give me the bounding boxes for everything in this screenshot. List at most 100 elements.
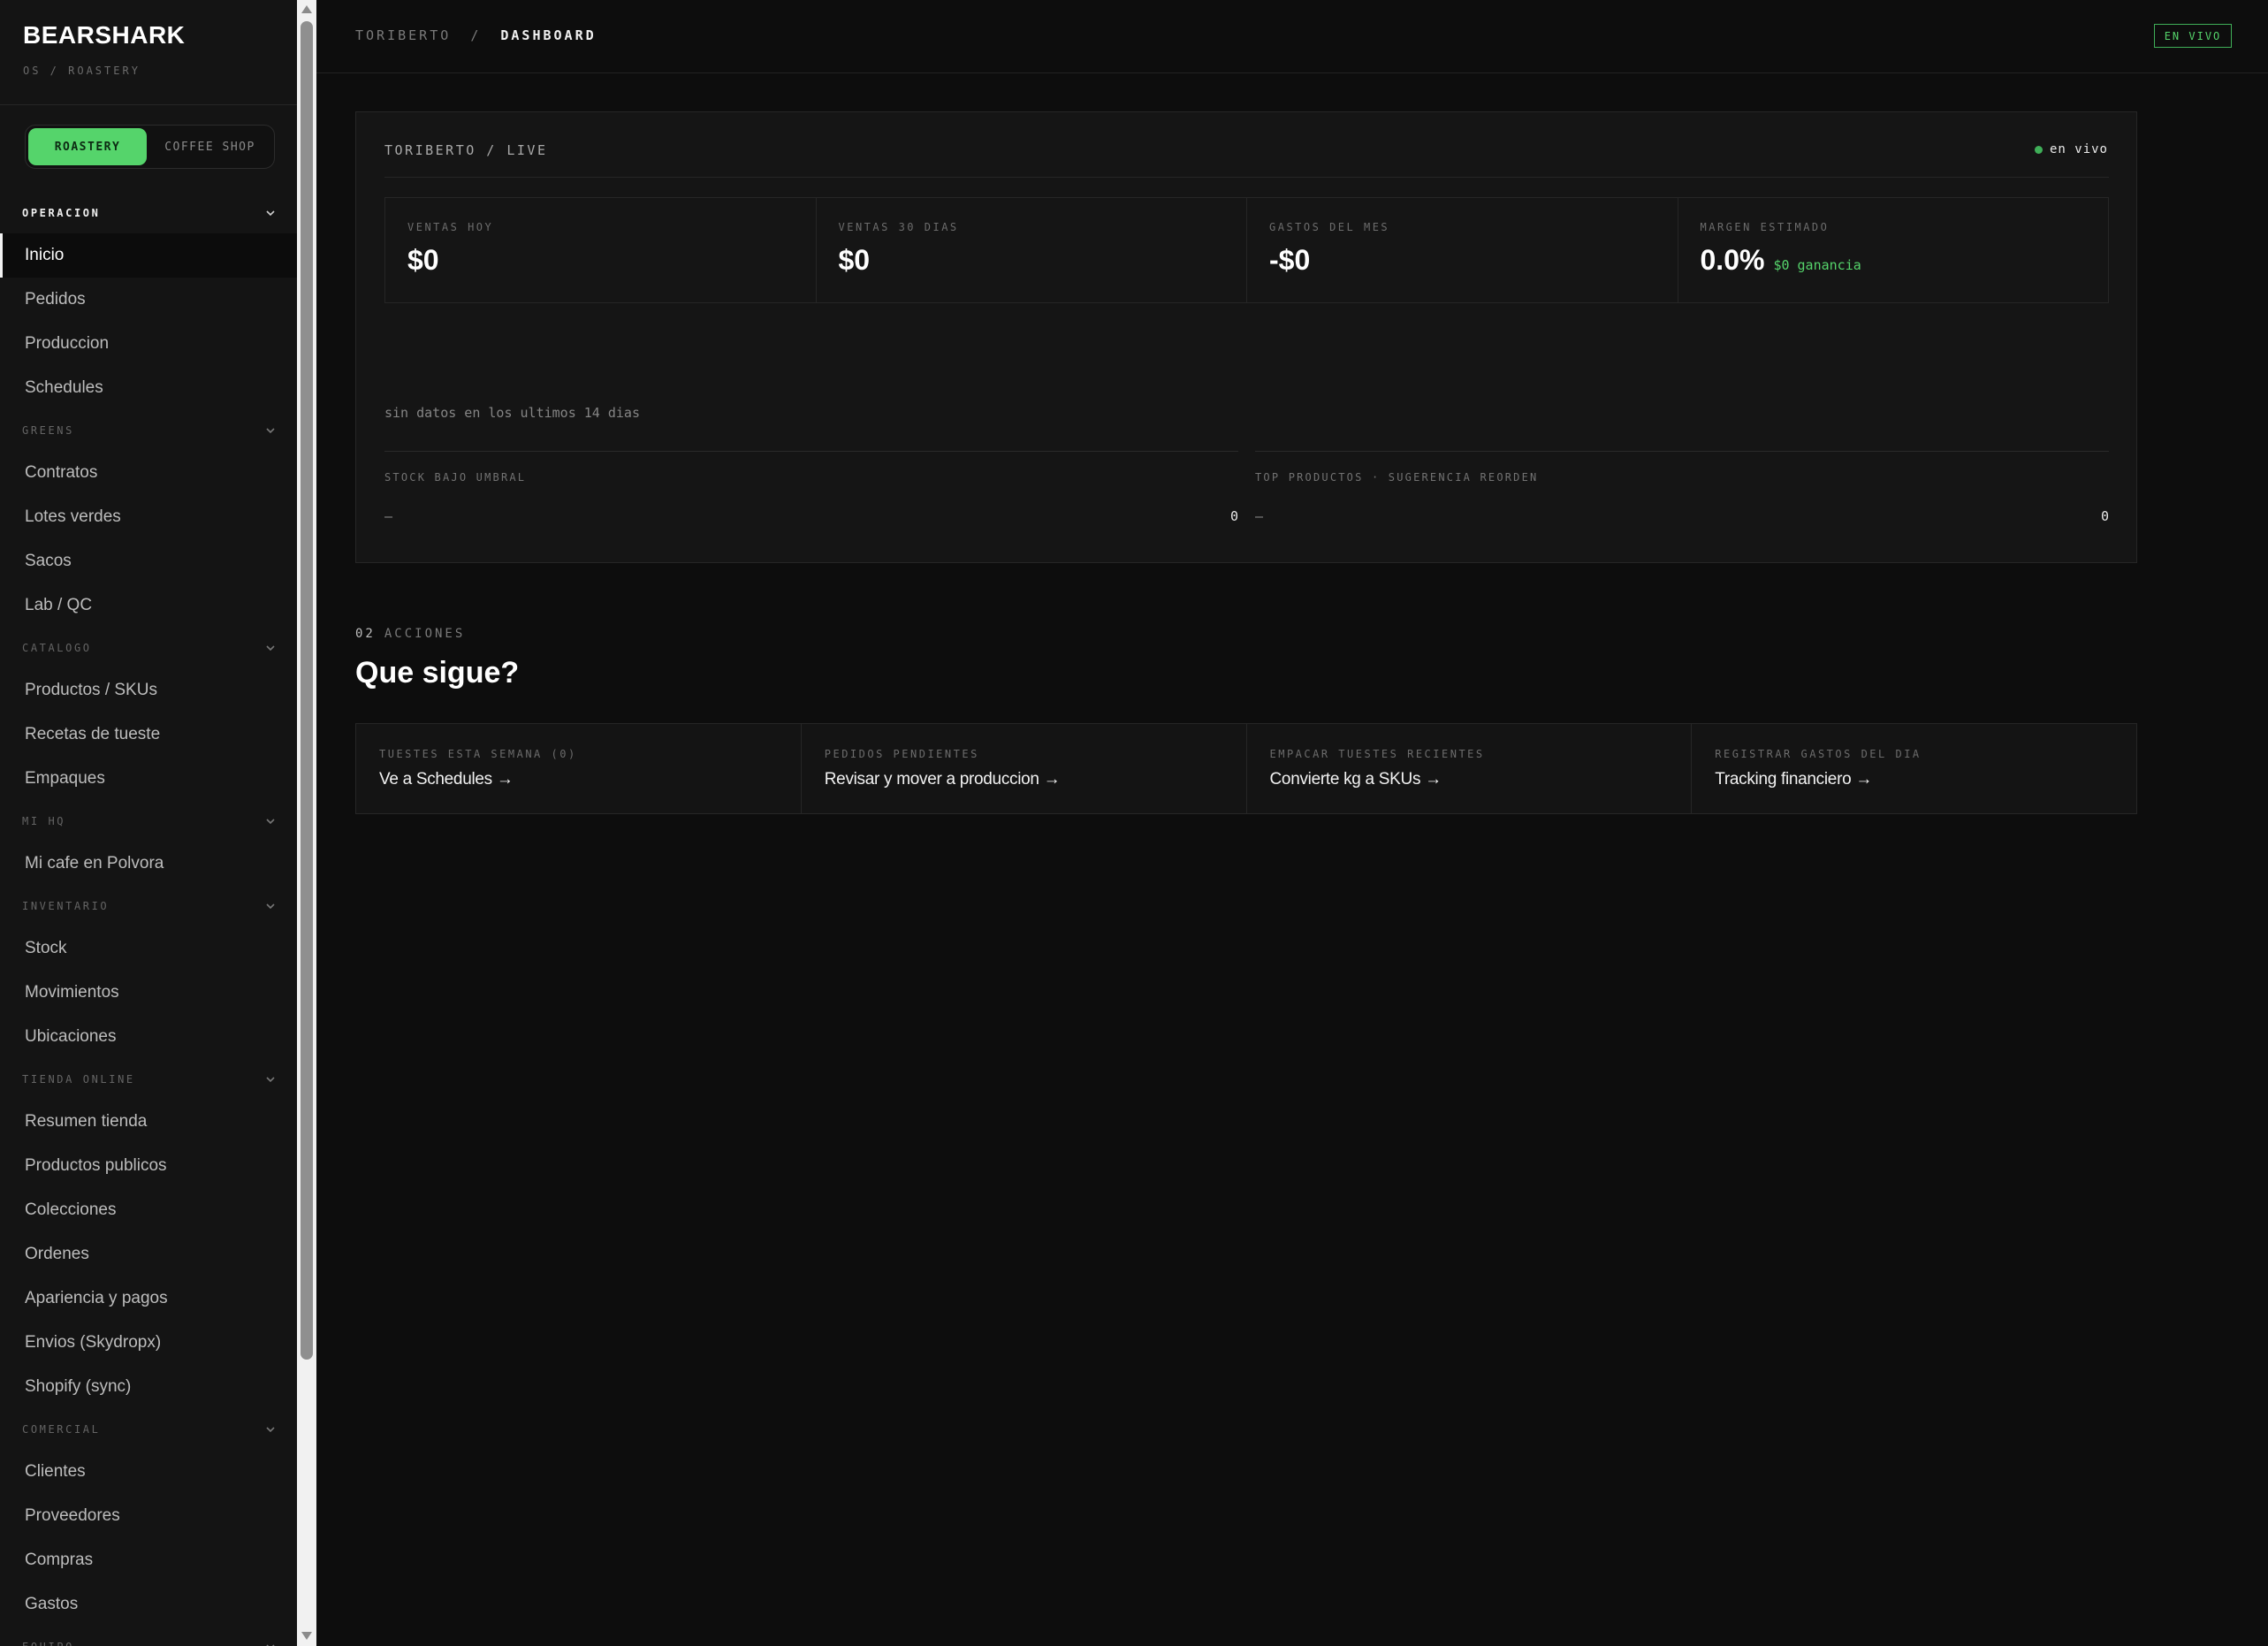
chevron-down-icon[interactable] — [263, 899, 278, 913]
actions-section-label-text: ACCIONES — [384, 627, 466, 641]
breadcrumb-current: DASHBOARD — [500, 27, 597, 43]
chevron-down-icon[interactable] — [263, 641, 278, 655]
sidebar-item-sacos[interactable]: Sacos — [0, 539, 297, 583]
stock-divider — [384, 451, 1238, 452]
actions-section-label: 02 ACCIONES — [355, 627, 465, 641]
stock-low-row: — 0 — [384, 508, 1238, 530]
sidebar-scrollbar[interactable] — [297, 0, 316, 1646]
sidebar-item-recetas-de-tueste[interactable]: Recetas de tueste — [0, 713, 297, 757]
sidebar-item-ubicaciones[interactable]: Ubicaciones — [0, 1015, 297, 1059]
breadcrumb-root[interactable]: TORIBERTO — [355, 27, 451, 43]
sidebar-item-shopify-sync[interactable]: Shopify (sync) — [0, 1365, 297, 1409]
panel-live-indicator: en vivo — [2034, 142, 2108, 156]
action-card-empacar[interactable]: EMPACAR TUESTES RECIENTES Convierte kg a… — [1247, 724, 1693, 813]
sidebar-section-title: TIENDA ONLINE — [22, 1073, 135, 1086]
sidebar-item-proveedores[interactable]: Proveedores — [0, 1494, 297, 1538]
sidebar-item-productos-publicos[interactable]: Productos publicos — [0, 1144, 297, 1188]
sidebar-item-colecciones[interactable]: Colecciones — [0, 1188, 297, 1232]
chevron-down-icon[interactable] — [263, 1640, 278, 1646]
live-panel: TORIBERTO / LIVE en vivo VENTAS HOY $0 V… — [355, 111, 2137, 563]
action-card-gastos[interactable]: REGISTRAR GASTOS DEL DIA Tracking financ… — [1692, 724, 2136, 813]
sidebar-item-mi-cafe-en-polvora[interactable]: Mi cafe en Polvora — [0, 842, 297, 886]
top-products-row: — 0 — [1255, 508, 2109, 530]
sidebar-section-title: OPERACION — [22, 207, 101, 219]
action-link-schedules[interactable]: Ve a Schedules → — [379, 770, 514, 789]
sidebar-item-envios-skydropx[interactable]: Envios (Skydropx) — [0, 1321, 297, 1365]
top-products-divider — [1255, 451, 2109, 452]
sidebar-item-lotes-verdes[interactable]: Lotes verdes — [0, 495, 297, 539]
top-products-dash: — — [1255, 508, 1264, 524]
actions-section-number: 02 — [355, 627, 376, 641]
sidebar-item-inicio[interactable]: Inicio — [0, 233, 297, 278]
kpi-value-text: $0 — [407, 244, 439, 276]
scroll-up-arrow-icon[interactable] — [301, 5, 312, 13]
sidebar-item-productos-skus[interactable]: Productos / SKUs — [0, 668, 297, 713]
sidebar-section-mi-hq[interactable]: MI HQ — [0, 801, 297, 842]
sidebar-item-clientes[interactable]: Clientes — [0, 1450, 297, 1494]
sidebar-item-ordenes[interactable]: Ordenes — [0, 1232, 297, 1276]
kpi-value: -$0 — [1269, 244, 1310, 277]
kpi-card-margen-estimado: MARGEN ESTIMADO 0.0% $0 ganancia — [1678, 198, 2109, 302]
action-link-pedidos[interactable]: Revisar y mover a produccion → — [825, 770, 1061, 789]
sidebar-section-greens[interactable]: GREENS — [0, 410, 297, 451]
sidebar-item-contratos[interactable]: Contratos — [0, 451, 297, 495]
mode-toggle: ROASTERY COFFEE SHOP — [25, 125, 275, 169]
brand-subtitle: OS / ROASTERY — [23, 65, 141, 77]
action-link-gastos[interactable]: Tracking financiero → — [1715, 770, 1872, 789]
kpi-label: GASTOS DEL MES — [1269, 221, 1390, 233]
chevron-down-icon[interactable] — [263, 1072, 278, 1086]
sidebar-item-pedidos[interactable]: Pedidos — [0, 278, 297, 322]
action-link-empacar[interactable]: Convierte kg a SKUs → — [1270, 770, 1442, 789]
sidebar-section-inventario[interactable]: INVENTARIO — [0, 886, 297, 926]
kpi-label: VENTAS HOY — [407, 221, 494, 233]
sidebar-section-title: EQUIPO — [22, 1641, 74, 1646]
kpi-profit-note: $0 ganancia — [1773, 257, 1861, 273]
chevron-down-icon[interactable] — [263, 423, 278, 438]
scrollbar-thumb[interactable] — [301, 21, 313, 1360]
sidebar-section-equipo[interactable]: EQUIPO — [0, 1627, 297, 1646]
action-label: EMPACAR TUESTES RECIENTES — [1269, 748, 1485, 760]
action-card-schedules[interactable]: TUESTES ESTA SEMANA (0) Ve a Schedules → — [356, 724, 802, 813]
sidebar-section-tienda-online[interactable]: TIENDA ONLINE — [0, 1059, 297, 1100]
chevron-down-icon[interactable] — [263, 1422, 278, 1436]
sidebar-item-produccion[interactable]: Produccion — [0, 322, 297, 366]
mode-roastery-button[interactable]: ROASTERY — [28, 128, 147, 165]
sidebar-section-operacion[interactable]: OPERACION — [0, 193, 297, 233]
sidebar-item-apariencia-y-pagos[interactable]: Apariencia y pagos — [0, 1276, 297, 1321]
kpi-value: $0 — [407, 244, 439, 277]
sidebar-section-title: CATALOGO — [22, 642, 92, 654]
brand-logo[interactable]: BEARSHARK — [23, 21, 185, 50]
sidebar-item-schedules[interactable]: Schedules — [0, 366, 297, 410]
sidebar-item-empaques[interactable]: Empaques — [0, 757, 297, 801]
chevron-down-icon[interactable] — [263, 814, 278, 828]
kpi-value: 0.0% $0 ganancia — [1701, 244, 1861, 277]
stock-low-title: STOCK BAJO UMBRAL — [384, 471, 527, 484]
action-card-pedidos[interactable]: PEDIDOS PENDIENTES Revisar y mover a pro… — [802, 724, 1247, 813]
kpi-label: MARGEN ESTIMADO — [1700, 221, 1830, 233]
sidebar-item-lab-qc[interactable]: Lab / QC — [0, 583, 297, 628]
sidebar-section-catalogo[interactable]: CATALOGO — [0, 628, 297, 668]
sidebar-item-gastos[interactable]: Gastos — [0, 1582, 297, 1627]
breadcrumb-separator: / — [470, 27, 482, 43]
kpi-value-text: $0 — [838, 244, 871, 276]
chevron-down-icon[interactable] — [263, 206, 278, 220]
action-label: PEDIDOS PENDIENTES — [824, 748, 979, 760]
sidebar-item-movimientos[interactable]: Movimientos — [0, 971, 297, 1015]
live-dot-icon — [2034, 145, 2043, 154]
kpi-value: $0 — [839, 244, 871, 277]
action-cards: TUESTES ESTA SEMANA (0) Ve a Schedules →… — [355, 723, 2137, 814]
sidebar-item-compras[interactable]: Compras — [0, 1538, 297, 1582]
mode-coffee-shop-button[interactable]: COFFEE SHOP — [147, 128, 273, 165]
sidebar-item-stock[interactable]: Stock — [0, 926, 297, 971]
sidebar-section-title: GREENS — [22, 424, 74, 437]
scroll-down-arrow-icon[interactable] — [301, 1632, 312, 1640]
no-data-message: sin datos en los ultimos 14 dias — [384, 405, 640, 421]
top-products-count: 0 — [2100, 508, 2109, 524]
live-status-badge: EN VIVO — [2154, 24, 2232, 48]
sidebar-section-comercial[interactable]: COMERCIAL — [0, 1409, 297, 1450]
sidebar-item-resumen-tienda[interactable]: Resumen tienda — [0, 1100, 297, 1144]
sidebar-section-title: INVENTARIO — [22, 900, 110, 912]
sidebar-section-title: MI HQ — [22, 815, 66, 827]
panel-title: TORIBERTO / LIVE — [384, 142, 548, 158]
kpi-card-ventas-hoy: VENTAS HOY $0 — [385, 198, 817, 302]
